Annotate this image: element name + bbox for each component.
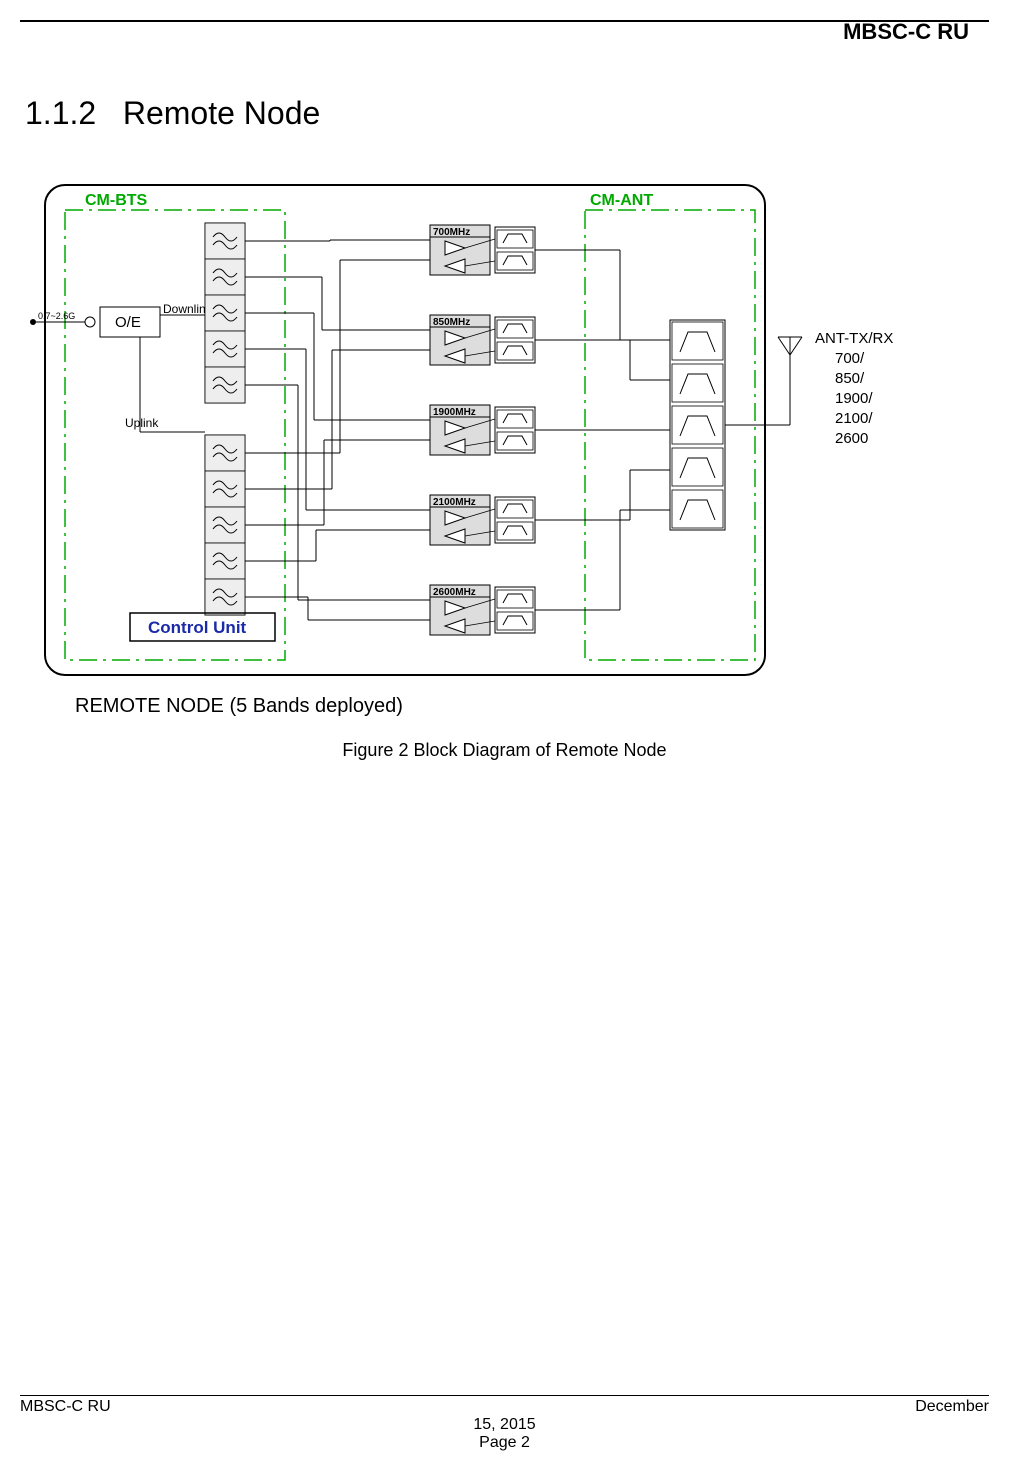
footer: MBSC-C RU December 15, 2015 Page 2 bbox=[20, 1395, 989, 1452]
diagram-subtitle: REMOTE NODE (5 Bands deployed) bbox=[75, 695, 403, 718]
footer-left: MBSC-C RU bbox=[20, 1398, 111, 1416]
cm-bts-label: CM-BTS bbox=[85, 192, 148, 209]
footer-page: Page 2 bbox=[20, 1434, 989, 1452]
uplink-filter-bank bbox=[205, 435, 245, 615]
section-title: Remote Node bbox=[123, 95, 320, 131]
ant-label-line: 2600 bbox=[835, 430, 868, 447]
ant-label-line: 850/ bbox=[835, 370, 865, 387]
uplink-label: Uplink bbox=[125, 416, 159, 430]
header-title: MBSC-C RU bbox=[843, 19, 969, 45]
footer-date: 15, 2015 bbox=[20, 1416, 989, 1434]
page: MBSC-C RU 1.1.2 Remote Node CM-BTS CM-AN… bbox=[0, 0, 1009, 1472]
ant-label-line: 2100/ bbox=[835, 410, 873, 427]
band-label: 2600MHz bbox=[433, 587, 476, 598]
control-unit-label: Control Unit bbox=[148, 618, 247, 637]
band-label: 700MHz bbox=[433, 227, 470, 238]
section-number: 1.1.2 bbox=[25, 95, 96, 131]
band-block-0: 700MHz bbox=[430, 225, 575, 275]
oe-label: O/E bbox=[115, 314, 141, 331]
input-port-icon bbox=[85, 317, 95, 327]
antenna-icon bbox=[778, 337, 802, 355]
section-heading: 1.1.2 Remote Node bbox=[25, 95, 320, 132]
ant-label-line: 700/ bbox=[835, 350, 865, 367]
figure-caption: Figure 2 Block Diagram of Remote Node bbox=[0, 740, 1009, 761]
band-block-4: 2600MHz bbox=[430, 585, 575, 635]
band-blocks: 700MHz 850MHz bbox=[430, 225, 575, 635]
band-block-3: 2100MHz bbox=[430, 495, 575, 545]
band-label: 2100MHz bbox=[433, 497, 476, 508]
input-dot-icon bbox=[30, 319, 36, 325]
cm-ant-label: CM-ANT bbox=[590, 192, 653, 209]
band-block-1: 850MHz bbox=[430, 315, 575, 365]
ant-label-line: 1900/ bbox=[835, 390, 873, 407]
input-freq-label: 0.7~2.6G bbox=[38, 311, 75, 321]
band-label: 850MHz bbox=[433, 317, 470, 328]
footer-rule bbox=[20, 1395, 989, 1396]
ant-label-title: ANT-TX/RX bbox=[815, 330, 893, 347]
footer-right: December bbox=[915, 1398, 989, 1416]
band-block-2: 1900MHz bbox=[430, 405, 575, 455]
downlink-filter-bank bbox=[205, 223, 245, 403]
header-rule: MBSC-C RU bbox=[20, 20, 989, 22]
block-diagram: CM-BTS CM-ANT 0.7~2.6G O/E Downlink Upli… bbox=[30, 175, 990, 695]
ant-combiner bbox=[670, 320, 725, 530]
band-label: 1900MHz bbox=[433, 407, 476, 418]
